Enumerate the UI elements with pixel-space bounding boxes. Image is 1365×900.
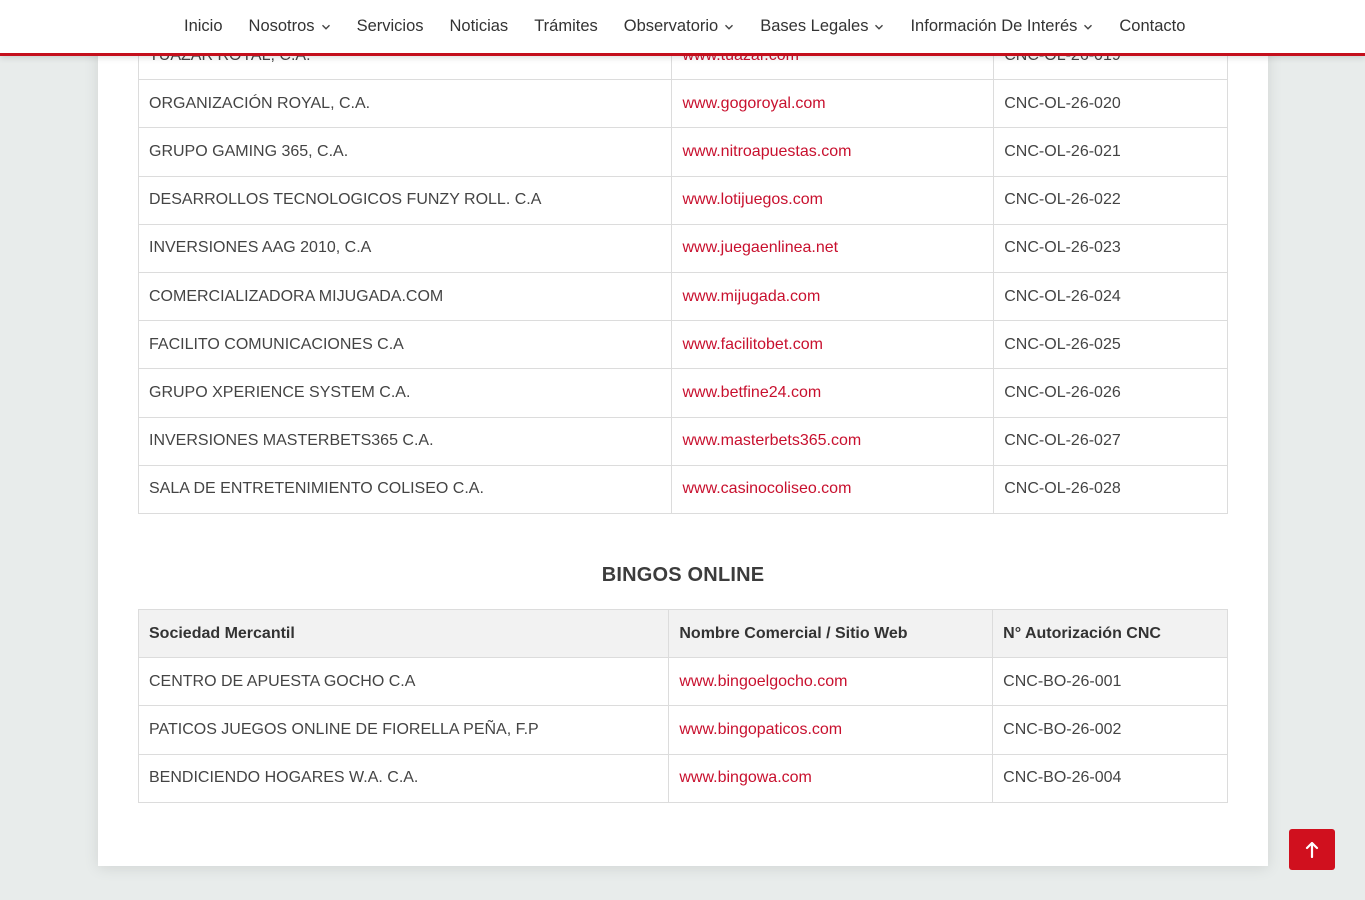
section-title-bingos-online: BINGOS ONLINE bbox=[601, 564, 765, 586]
nav-item-nosotros[interactable]: Nosotros bbox=[249, 17, 331, 36]
main-content: TUAZAR ROYAL, C.A.www.tuazar.comCNC-OL-2… bbox=[98, 0, 1268, 866]
website-link[interactable]: www.facilitobet.com bbox=[682, 336, 823, 353]
authorization-number-cell: CNC-OL-26-024 bbox=[993, 271, 1228, 322]
bingo-operators-table: Sociedad Mercantil Nombre Comercial / Si… bbox=[137, 608, 1228, 803]
nav-item-label: Contacto bbox=[1119, 17, 1186, 35]
table-row: INVERSIONES MASTERBETS365 C.A. www.master… bbox=[137, 416, 1228, 466]
company-name-cell: ORGANIZACIÓN ROYAL, C.A. bbox=[137, 79, 673, 129]
nav-item-label: Bases Legales bbox=[760, 17, 869, 35]
nav-item-inicio[interactable]: Inicio bbox=[184, 17, 223, 36]
top-navigation-bar: Inicio Nosotros Servicios Noticias Trámites O… bbox=[0, 0, 1365, 56]
authorization-number-cell: CNC-BO-26-001 bbox=[992, 657, 1228, 707]
table-row: COMERCIALIZADORA MIJUGADA.COM www.mijugad… bbox=[137, 271, 1228, 322]
table-row: GRUPO XPERIENCE SYSTEM C.A. www.betfine24… bbox=[137, 368, 1228, 418]
website-cell: www.bingowa.com bbox=[668, 753, 994, 803]
nav-item-contacto[interactable]: Contacto bbox=[1119, 17, 1185, 36]
back-to-top-button[interactable] bbox=[1289, 829, 1335, 870]
table-row: PATICOS JUEGOS ONLINE DE FIORELLA PEÑA, … bbox=[137, 705, 1228, 755]
website-link[interactable]: www.casinocoliseo.com bbox=[682, 480, 851, 497]
table-row: FACILITO COMUNICACIONES C.A www.facilitob… bbox=[137, 320, 1228, 370]
authorization-number-cell: CNC-BO-26-002 bbox=[992, 705, 1228, 755]
arrow-up-icon bbox=[1305, 841, 1319, 858]
nav-item-label: Nosotros bbox=[248, 17, 315, 35]
company-name-cell: GRUPO XPERIENCE SYSTEM C.A. bbox=[137, 368, 673, 418]
company-name-cell: COMERCIALIZADORA MIJUGADA.COM bbox=[137, 271, 673, 322]
company-name-cell: BENDICIENDO HOGARES W.A. C.A. bbox=[137, 753, 670, 803]
chevron-down-icon bbox=[1084, 24, 1093, 30]
website-link[interactable]: www.nitroapuestas.com bbox=[682, 143, 851, 160]
nav-item-label: Información De Interés bbox=[910, 17, 1078, 35]
website-link[interactable]: www.betfine24.com bbox=[682, 384, 821, 401]
website-link[interactable]: www.gogoroyal.com bbox=[682, 95, 825, 112]
nav-item-label: Inicio bbox=[184, 17, 223, 35]
nav-item-bases-legales[interactable]: Bases Legales bbox=[760, 17, 884, 36]
company-name-cell: FACILITO COMUNICACIONES C.A bbox=[137, 320, 673, 370]
table-row: GRUPO GAMING 365, C.A. www.nitroapuestas.… bbox=[137, 127, 1228, 177]
website-cell: www.betfine24.com bbox=[671, 368, 995, 418]
website-cell: www.masterbets365.com bbox=[671, 416, 995, 466]
table-row: CENTRO DE APUESTA GOCHO C.A www.bingoelgo… bbox=[137, 657, 1228, 707]
website-cell: www.bingopaticos.com bbox=[668, 705, 994, 755]
company-name-cell: INVERSIONES MASTERBETS365 C.A. bbox=[137, 416, 673, 466]
chevron-down-icon bbox=[725, 24, 734, 30]
website-cell: www.facilitobet.com bbox=[671, 320, 995, 370]
website-cell: www.juegaenlinea.net bbox=[671, 223, 995, 273]
authorization-number-cell: CNC-OL-26-026 bbox=[993, 368, 1228, 418]
website-cell: www.lotijuegos.com bbox=[671, 175, 995, 225]
website-cell: www.casinocoliseo.com bbox=[671, 464, 995, 514]
nav-item-noticias[interactable]: Noticias bbox=[450, 17, 509, 36]
company-name-cell: DESARROLLOS TECNOLOGICOS FUNZY ROLL. C.A bbox=[137, 175, 673, 225]
website-link[interactable]: www.lotijuegos.com bbox=[682, 191, 823, 208]
company-name-cell: PATICOS JUEGOS ONLINE DE FIORELLA PEÑA, … bbox=[137, 705, 670, 755]
authorization-number-cell: CNC-BO-26-004 bbox=[992, 753, 1228, 803]
nav-item-label: Servicios bbox=[356, 17, 424, 35]
column-header-website: Nombre Comercial / Sitio Web bbox=[668, 608, 994, 659]
nav-item-trámites[interactable]: Trámites bbox=[534, 17, 598, 36]
company-name-cell: GRUPO GAMING 365, C.A. bbox=[137, 127, 673, 177]
table-row: ORGANIZACIÓN ROYAL, C.A. www.gogoroyal.co… bbox=[137, 79, 1228, 129]
nav-item-observatorio[interactable]: Observatorio bbox=[624, 17, 734, 36]
table-row: INVERSIONES AAG 2010, C.A www.juegaenline… bbox=[137, 223, 1228, 273]
table-header-row: Sociedad Mercantil Nombre Comercial / Si… bbox=[137, 608, 1228, 659]
authorization-number-cell: CNC-OL-26-027 bbox=[993, 416, 1228, 466]
column-header-company: Sociedad Mercantil bbox=[137, 608, 670, 659]
website-link[interactable]: www.bingopaticos.com bbox=[679, 721, 842, 738]
table-row: SALA DE ENTRETENIMIENTO COLISEO C.A. www.… bbox=[137, 464, 1228, 514]
company-name-cell: INVERSIONES AAG 2010, C.A bbox=[137, 223, 673, 273]
authorization-number-cell: CNC-OL-26-021 bbox=[993, 127, 1228, 177]
authorization-number-cell: CNC-OL-26-025 bbox=[993, 320, 1228, 370]
nav-item-información-de-interés[interactable]: Información De Interés bbox=[910, 17, 1093, 36]
nav-item-label: Noticias bbox=[449, 17, 509, 35]
nav-item-servicios[interactable]: Servicios bbox=[357, 17, 424, 36]
website-link[interactable]: www.bingoelgocho.com bbox=[679, 673, 847, 690]
website-link[interactable]: www.masterbets365.com bbox=[682, 432, 861, 449]
main-menu: Inicio Nosotros Servicios Noticias Trámites O… bbox=[184, 0, 1185, 53]
company-name-cell: CENTRO DE APUESTA GOCHO C.A bbox=[137, 657, 670, 707]
website-cell: www.bingoelgocho.com bbox=[668, 657, 994, 707]
authorization-number-cell: CNC-OL-26-022 bbox=[993, 175, 1228, 225]
table-row: DESARROLLOS TECNOLOGICOS FUNZY ROLL. C.A… bbox=[137, 175, 1228, 225]
chevron-down-icon bbox=[875, 24, 884, 30]
column-header-authorization: N° Autorización CNC bbox=[992, 608, 1228, 659]
table-row: BENDICIENDO HOGARES W.A. C.A. www.bingowa… bbox=[137, 753, 1228, 803]
website-cell: www.gogoroyal.com bbox=[671, 79, 995, 129]
website-link[interactable]: www.mijugada.com bbox=[682, 288, 820, 305]
website-link[interactable]: www.bingowa.com bbox=[679, 769, 812, 786]
authorization-number-cell: CNC-OL-26-028 bbox=[993, 464, 1228, 514]
nav-item-label: Trámites bbox=[534, 17, 598, 35]
authorization-number-cell: CNC-OL-26-020 bbox=[993, 79, 1228, 129]
company-name-cell: SALA DE ENTRETENIMIENTO COLISEO C.A. bbox=[137, 464, 673, 514]
website-cell: www.nitroapuestas.com bbox=[671, 127, 995, 177]
online-operators-table: TUAZAR ROYAL, C.A.www.tuazar.comCNC-OL-2… bbox=[137, 30, 1228, 514]
website-link[interactable]: www.juegaenlinea.net bbox=[682, 239, 838, 256]
authorization-number-cell: CNC-OL-26-023 bbox=[993, 223, 1228, 273]
chevron-down-icon bbox=[321, 24, 330, 30]
nav-item-label: Observatorio bbox=[623, 17, 719, 35]
website-cell: www.mijugada.com bbox=[671, 271, 995, 322]
